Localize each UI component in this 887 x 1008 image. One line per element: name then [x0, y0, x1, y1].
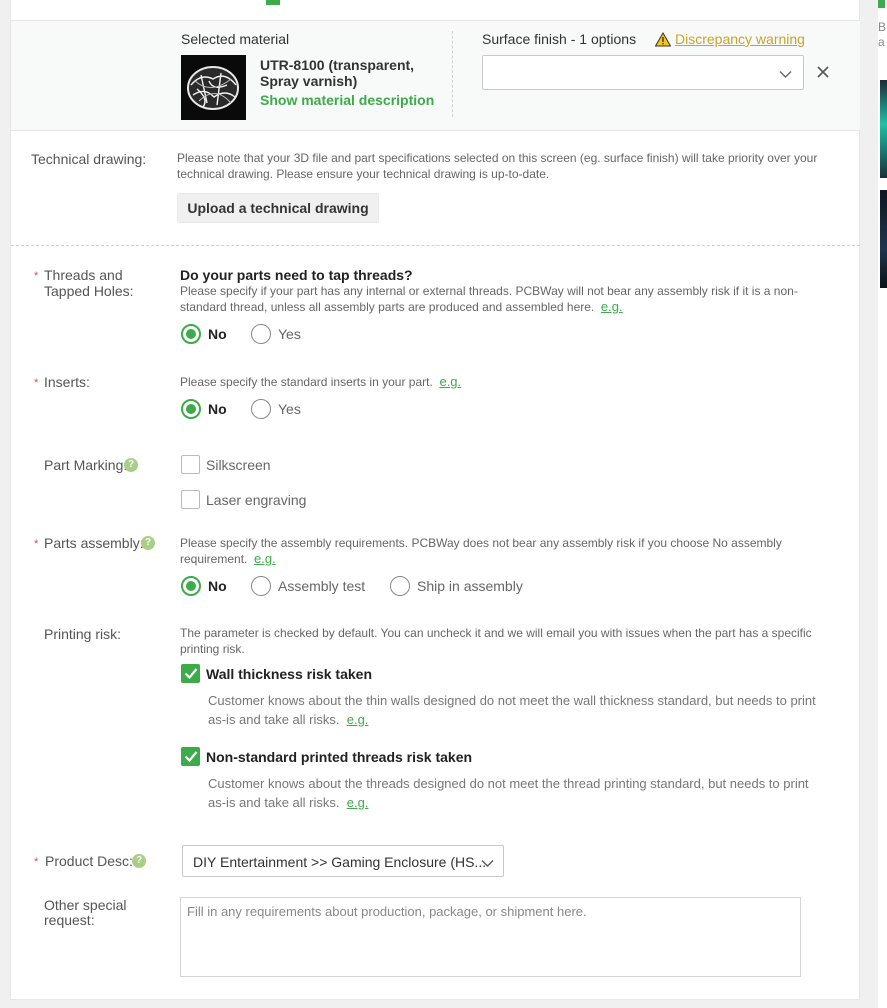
threads-label-line1: Threads and: [44, 267, 123, 283]
upload-technical-drawing-button[interactable]: Upload a technical drawing: [177, 193, 379, 223]
threads-desc-text: standard thread, unless all assembly par…: [180, 300, 595, 314]
printing-risk-label: Printing risk:: [44, 626, 122, 642]
material-name-line2: Spray varnish): [260, 73, 358, 89]
threads-risk-desc-line1: Customer knows about the threads designe…: [208, 776, 809, 791]
inserts-desc-text: Please specify the standard inserts in y…: [180, 375, 433, 389]
help-icon[interactable]: ?: [141, 536, 155, 550]
other-request-label-line1: Other special: [44, 897, 127, 913]
required-asterisk: *: [34, 856, 39, 868]
threads-desc-line2: standard thread, unless all assembly par…: [180, 299, 623, 316]
inserts-no-radio[interactable]: [181, 399, 201, 419]
material-thumbnail: [181, 55, 246, 120]
chevron-down-icon: [779, 67, 792, 82]
top-accent-bar: [266, 0, 280, 5]
inserts-yes-radio[interactable]: [251, 399, 271, 419]
checkmark-icon: [184, 668, 198, 680]
technical-drawing-label: Technical drawing:: [31, 151, 147, 167]
wall-thickness-risk-desc-line2: as-is and take all risks. e.g.: [208, 710, 368, 729]
close-icon[interactable]: [817, 66, 829, 81]
threads-desc-line1: Please specify if your part has any inte…: [180, 284, 798, 298]
threads-risk-desc-text: as-is and take all risks.: [208, 795, 340, 810]
ship-in-assembly-label[interactable]: Ship in assembly: [417, 578, 523, 594]
threads-risk-eg-link[interactable]: e.g.: [347, 795, 369, 810]
assembly-desc-text: requirement.: [180, 552, 248, 566]
sidebar-text-line2: a: [878, 35, 885, 49]
threads-question: Do your parts need to tap threads?: [180, 267, 413, 283]
warning-icon: [654, 31, 672, 50]
threads-yes-label[interactable]: Yes: [278, 326, 301, 342]
other-request-placeholder: Fill in any requirements about productio…: [187, 904, 587, 919]
threads-eg-link[interactable]: e.g.: [601, 299, 623, 314]
printing-risk-desc-line2: printing risk.: [180, 642, 245, 656]
laser-engraving-label[interactable]: Laser engraving: [206, 492, 306, 508]
wall-thickness-risk-title[interactable]: Wall thickness risk taken: [206, 666, 372, 682]
threads-risk-desc-line2: as-is and take all risks. e.g.: [208, 793, 368, 812]
wall-thickness-risk-desc-line1: Customer knows about the thin walls desi…: [208, 693, 816, 708]
inserts-eg-link[interactable]: e.g.: [439, 374, 461, 389]
sidebar-text-line1: B: [878, 20, 887, 34]
help-icon[interactable]: ?: [132, 854, 146, 868]
assembly-no-radio[interactable]: [181, 576, 201, 596]
printing-risk-desc-line1: The parameter is checked by default. You…: [180, 626, 812, 640]
assembly-test-radio[interactable]: [251, 576, 271, 596]
threads-risk-checkbox[interactable]: [181, 747, 200, 766]
inserts-label: Inserts:: [44, 374, 90, 390]
material-name-line1: UTR-8100 (transparent,: [260, 57, 415, 73]
assembly-eg-link[interactable]: e.g.: [254, 551, 276, 566]
ship-in-assembly-radio[interactable]: [390, 576, 410, 596]
required-asterisk: *: [34, 538, 39, 550]
selected-material-label: Selected material: [181, 31, 290, 47]
assembly-desc-line1: Please specify the assembly requirements…: [180, 536, 782, 550]
part-marking-label: Part Marking:: [44, 457, 128, 473]
assembly-no-label[interactable]: No: [208, 578, 227, 594]
laser-engraving-checkbox[interactable]: [181, 490, 200, 509]
checkmark-icon: [184, 751, 198, 763]
sidebar-accent: [878, 0, 885, 8]
inserts-no-label[interactable]: No: [208, 401, 227, 417]
wall-thickness-risk-checkbox[interactable]: [181, 664, 200, 683]
other-request-textarea[interactable]: Fill in any requirements about productio…: [180, 897, 801, 977]
threads-no-radio[interactable]: [181, 324, 201, 344]
wall-thickness-risk-desc-text: as-is and take all risks.: [208, 712, 340, 727]
assembly-test-label[interactable]: Assembly test: [278, 578, 365, 594]
technical-drawing-note-line1: Please note that your 3D file and part s…: [177, 151, 818, 165]
threads-yes-radio[interactable]: [251, 324, 271, 344]
required-asterisk: *: [34, 270, 39, 282]
inserts-desc: Please specify the standard inserts in y…: [180, 374, 461, 391]
threads-label-line2: Tapped Holes:: [44, 283, 134, 299]
show-material-description-link[interactable]: Show material description: [260, 92, 434, 108]
threads-risk-title[interactable]: Non-standard printed threads risk taken: [206, 749, 472, 765]
surface-finish-label: Surface finish - 1 options: [482, 31, 637, 47]
sidebar-banner-image[interactable]: [880, 80, 887, 178]
required-asterisk: *: [34, 377, 39, 389]
inserts-yes-label[interactable]: Yes: [278, 401, 301, 417]
threads-no-label[interactable]: No: [208, 326, 227, 342]
material-divider: [452, 31, 453, 117]
help-icon[interactable]: ?: [124, 458, 138, 472]
section-divider: [11, 245, 860, 246]
sidebar-banner-image[interactable]: [880, 190, 887, 288]
wall-thickness-eg-link[interactable]: e.g.: [347, 712, 369, 727]
discrepancy-warning-link[interactable]: Discrepancy warning: [675, 31, 805, 47]
silkscreen-checkbox[interactable]: [181, 455, 200, 474]
chevron-down-icon: [481, 856, 494, 871]
silkscreen-label[interactable]: Silkscreen: [206, 457, 271, 473]
parts-assembly-label: Parts assembly:: [44, 535, 144, 551]
product-desc-value: DIY Entertainment >> Gaming Enclosure (H…: [193, 854, 487, 870]
assembly-desc-line2: requirement. e.g.: [180, 551, 276, 568]
surface-finish-select[interactable]: [482, 55, 804, 90]
other-request-label-line2: request:: [44, 912, 95, 928]
product-desc-select[interactable]: DIY Entertainment >> Gaming Enclosure (H…: [182, 845, 504, 877]
product-desc-label: Product Desc:: [45, 853, 133, 869]
options-panel: Selected material UTR-8100 (transparent,…: [10, 0, 860, 1000]
technical-drawing-note-line2: technical drawing. Please ensure your te…: [177, 167, 550, 181]
